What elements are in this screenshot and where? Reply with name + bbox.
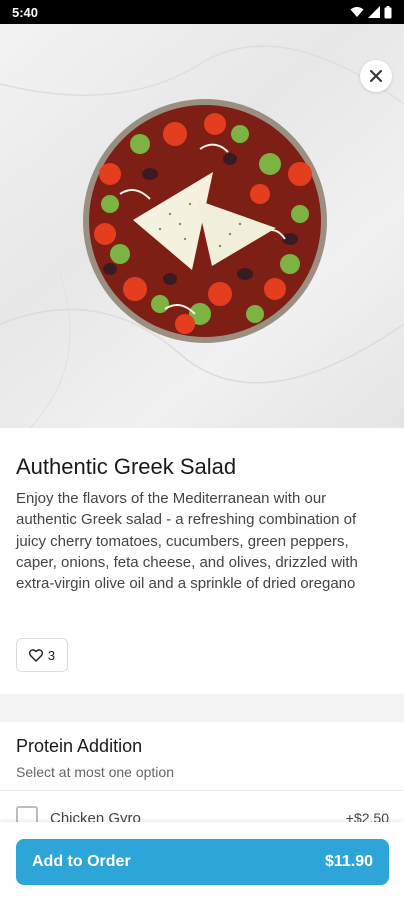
battery-icon: [384, 5, 392, 18]
status-bar: 5:40: [0, 0, 404, 24]
salad-illustration: [0, 45, 404, 428]
wifi-icon: [350, 7, 364, 17]
close-icon: [370, 70, 382, 82]
add-to-order-button[interactable]: Add to Order $11.90: [16, 839, 389, 885]
add-to-order-label: Add to Order: [32, 853, 131, 870]
product-title: Authentic Greek Salad: [16, 454, 237, 479]
options-section-subtitle: Select at most one option: [16, 764, 174, 780]
order-footer: Add to Order $11.90: [0, 822, 404, 900]
section-divider: [0, 694, 404, 722]
order-total-price: $11.90: [324, 853, 373, 870]
close-button[interactable]: [360, 60, 392, 92]
like-button[interactable]: 3: [16, 638, 68, 672]
signal-icon: [368, 6, 380, 18]
product-image: [0, 24, 404, 428]
options-section-title: Protein Addition: [16, 736, 143, 756]
like-count: 3: [47, 647, 56, 663]
status-icons: [350, 5, 392, 19]
product-description: Enjoy the flavors of the Mediterranean w…: [16, 490, 358, 593]
section-separator: [0, 790, 404, 791]
status-time: 5:40: [12, 4, 39, 20]
heart-icon: [28, 648, 43, 662]
